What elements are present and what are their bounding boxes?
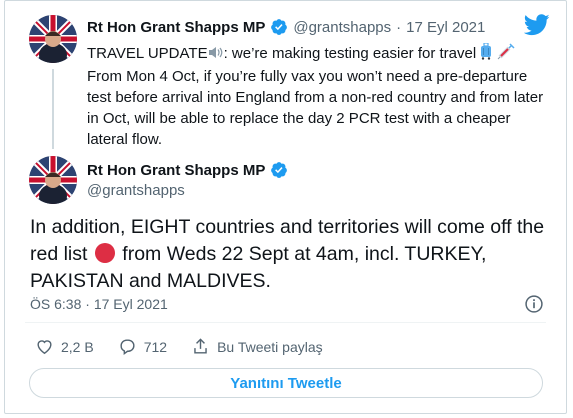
tweet-actions: 2,2 B 712 Bu Tweeti paylaş [35, 337, 347, 356]
like-count: 2,2 B [61, 338, 94, 355]
author-handle[interactable]: @grantshapps [293, 19, 391, 36]
red-circle-icon [94, 243, 115, 263]
reply-tweet-button[interactable]: Yanıtını Tweetle [29, 368, 543, 398]
avatar-image [29, 156, 77, 204]
parent-text-part2: : we’re making testing easier for travel [223, 45, 481, 62]
divider [25, 322, 546, 323]
share-button[interactable]: Bu Tweeti paylaş [191, 337, 323, 356]
tweet-date: 17 Eyl 2021 [93, 296, 168, 312]
info-icon[interactable] [524, 294, 544, 314]
tweet-date[interactable]: 17 Eyl 2021 [406, 19, 485, 36]
parent-text-part3: From Mon 4 Oct, if you’re fully vax you … [87, 68, 544, 148]
tweet-time: ÖS 6:38 [30, 296, 82, 312]
separator: · [396, 18, 402, 36]
thread-connector-line [52, 69, 54, 149]
speaker-icon [208, 45, 224, 66]
parent-tweet-header: Rt Hon Grant Shapps MP @grantshapps · 17… [87, 18, 485, 36]
author-name[interactable]: Rt Hon Grant Shapps MP [87, 19, 265, 36]
author-avatar[interactable] [29, 15, 77, 63]
tweet-timestamp[interactable]: ÖS 6:38 · 17 Eyl 2021 [30, 296, 168, 312]
luggage-icon [480, 42, 492, 66]
parent-tweet-text: TRAVEL UPDATE : we’re making testing easi… [87, 42, 549, 150]
main-tweet-text: In addition, EIGHT countries and territo… [30, 214, 550, 295]
avatar-image [29, 15, 77, 63]
tweet-embed-card: Rt Hon Grant Shapps MP @grantshapps · 17… [4, 0, 567, 414]
main-tweet-header: Rt Hon Grant Shapps MP [87, 161, 288, 179]
syringe-icon [497, 43, 515, 66]
like-button[interactable]: 2,2 B [35, 337, 94, 356]
twitter-bird-icon[interactable] [524, 14, 550, 36]
reply-count: 712 [143, 338, 168, 355]
heart-icon [37, 340, 52, 355]
verified-badge-icon [271, 19, 288, 35]
author-handle[interactable]: @grantshapps [87, 182, 185, 199]
parent-text-part1: TRAVEL UPDATE [87, 45, 208, 62]
share-label: Bu Tweeti paylaş [217, 338, 323, 355]
verified-badge-icon [271, 162, 288, 178]
reply-button[interactable]: 712 [118, 337, 167, 356]
share-icon [194, 338, 207, 354]
separator: · [85, 296, 90, 312]
reply-icon [120, 339, 135, 356]
author-name[interactable]: Rt Hon Grant Shapps MP [87, 162, 265, 179]
author-avatar[interactable] [29, 156, 77, 204]
